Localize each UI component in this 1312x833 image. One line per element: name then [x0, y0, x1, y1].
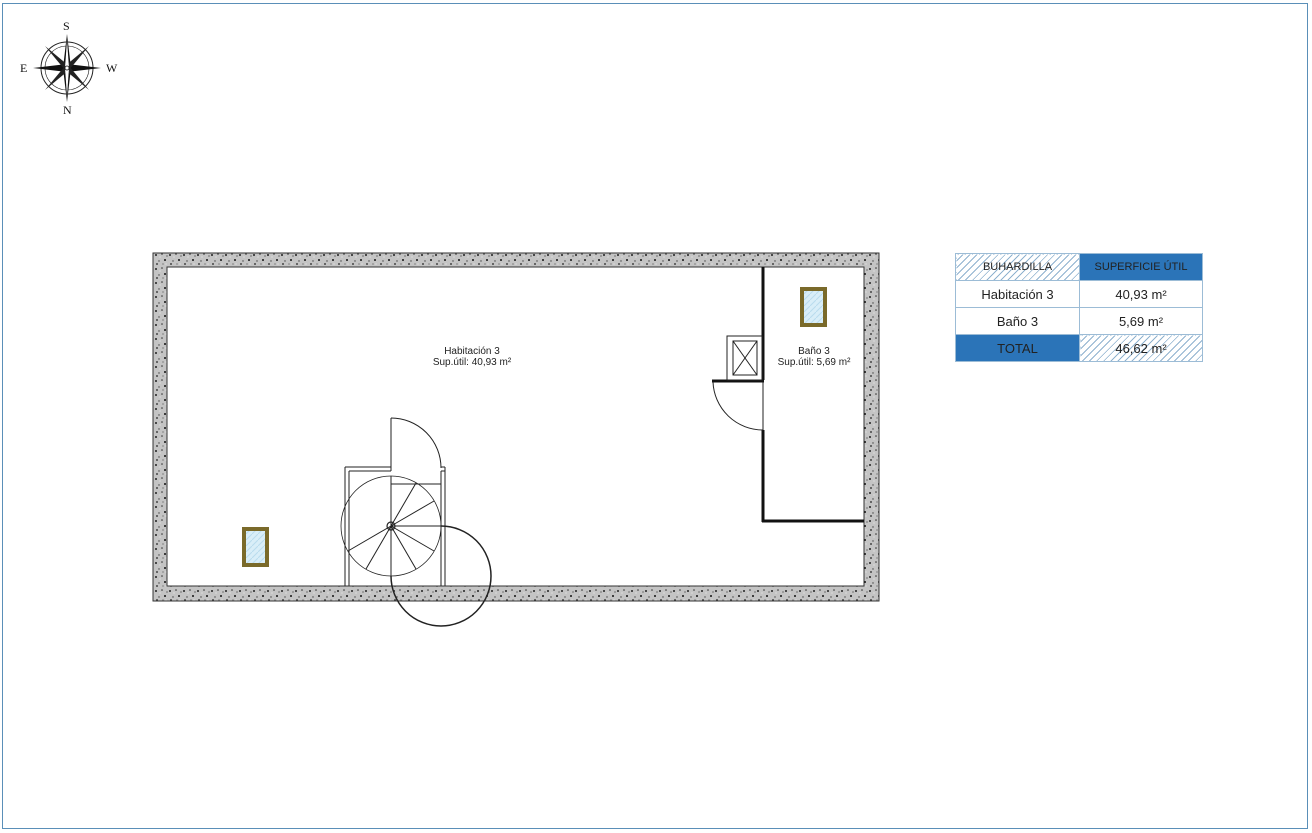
row-room: Baño 3	[955, 307, 1080, 335]
skylight-window	[242, 527, 269, 567]
compass-north-label: N	[63, 103, 72, 117]
door-swing	[712, 381, 764, 431]
room-name: Baño 3	[798, 346, 830, 357]
table-row: Baño 3 5,69 m²	[955, 307, 1203, 335]
total-label: TOTAL	[955, 334, 1080, 362]
total-value: 46,62 m²	[1079, 334, 1203, 362]
row-area: 5,69 m²	[1079, 307, 1203, 335]
table-header-row: BUHARDILLA SUPERFICIE ÚTIL	[955, 253, 1203, 281]
header-floor: BUHARDILLA	[955, 253, 1080, 281]
room-name: Habitación 3	[444, 346, 500, 357]
room-label-bano: Baño 3 Sup.útil: 5,69 m²	[764, 346, 864, 368]
skylight-window	[800, 287, 827, 327]
bathroom-partition	[712, 267, 864, 523]
compass-west-label: W	[106, 61, 118, 75]
compass-east-label: E	[20, 61, 28, 75]
compass-rose-icon	[33, 34, 101, 102]
table-row: Habitación 3 40,93 m²	[955, 280, 1203, 308]
room-area: Sup.útil: 5,69 m²	[777, 357, 851, 368]
ventilation-shaft	[726, 335, 763, 381]
compass-south-label: S	[63, 19, 70, 33]
row-room: Habitación 3	[955, 280, 1080, 308]
room-label-habitacion: Habitación 3 Sup.útil: 40,93 m²	[412, 346, 532, 368]
header-area: SUPERFICIE ÚTIL	[1079, 253, 1203, 281]
room-area: Sup.útil: 40,93 m²	[432, 357, 512, 368]
row-area: 40,93 m²	[1079, 280, 1203, 308]
area-summary-table: BUHARDILLA SUPERFICIE ÚTIL Habitación 3 …	[955, 253, 1203, 362]
floor-plan	[33, 34, 880, 627]
table-total-row: TOTAL 46,62 m²	[955, 334, 1203, 362]
